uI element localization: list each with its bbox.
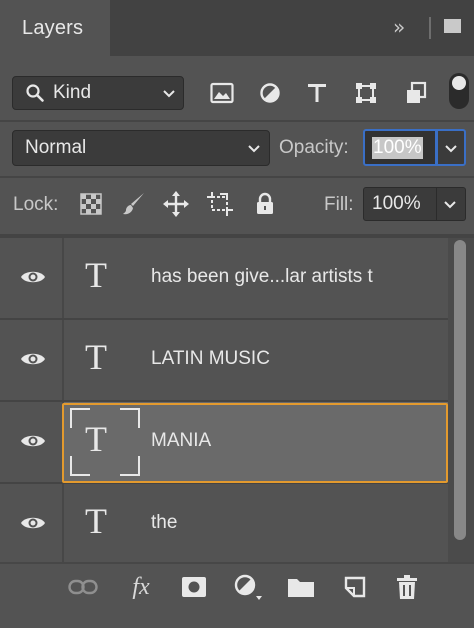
layer-row[interactable]: T the [0,484,448,566]
chevron-down-icon [163,90,175,98]
fill-value: 100% [372,193,421,214]
fx-label: fx [132,573,150,600]
fill-input[interactable]: 100% [363,187,437,221]
fx-icon[interactable]: fx [124,572,158,602]
blend-mode-dropdown[interactable]: Normal [12,130,270,166]
visibility-toggle[interactable] [0,402,64,482]
visibility-toggle[interactable] [0,238,64,318]
visibility-toggle[interactable] [0,320,64,400]
layer-name[interactable]: has been give...lar artists t [151,266,373,288]
shape-filter-icon[interactable] [351,78,381,108]
smart-object-filter-icon[interactable] [401,78,431,108]
new-layer-icon[interactable] [338,572,372,602]
chevron-down-icon [248,145,260,153]
opacity-input[interactable]: 100% [363,129,437,166]
panel-header: Layers » [0,0,474,56]
fill-label: Fill: [324,194,354,215]
layer-name[interactable]: the [151,512,177,534]
visibility-toggle[interactable] [0,484,64,564]
divider [0,176,474,178]
lock-image-pixels-icon[interactable] [120,190,148,218]
layers-scrollbar-thumb[interactable] [454,240,466,540]
filter-toggle-knob [452,76,466,90]
image-filter-icon[interactable] [207,78,237,108]
text-layer-icon: T [85,337,107,377]
layers-panel: Layers » Kind Normal Opacity: 100% Lock:… [0,0,474,628]
eye-icon [21,435,45,447]
filter-toggle[interactable] [449,73,469,109]
opacity-value: 100% [372,137,423,159]
text-layer-icon: T [85,255,107,295]
selected-layer-outline [62,403,448,483]
link-layers-icon[interactable] [66,572,100,602]
chevron-down-icon [445,145,457,153]
lock-all-icon[interactable] [251,190,279,218]
adjustment-filter-icon[interactable] [255,78,285,108]
type-filter-icon[interactable] [302,78,332,108]
tab-layers[interactable]: Layers [0,0,110,56]
panel-menu-icon[interactable] [444,19,461,33]
lock-artboard-icon[interactable] [206,190,234,218]
opacity-dropdown-button[interactable] [437,129,466,166]
layers-list: T has been give...lar artists t T LATIN … [0,238,448,566]
search-icon [26,84,44,102]
divider [0,120,474,122]
group-folder-icon[interactable] [284,572,318,602]
lock-position-icon[interactable] [162,190,190,218]
collapse-panel-icon[interactable]: » [393,15,405,39]
lock-transparent-pixels-icon[interactable] [77,190,105,218]
filter-kind-label: Kind [53,82,92,103]
layer-mask-icon[interactable] [177,572,211,602]
opacity-label: Opacity: [279,137,349,158]
chevron-down-icon [444,201,456,209]
header-divider [429,17,431,39]
trash-icon[interactable] [390,572,424,602]
text-layer-icon: T [85,501,107,541]
filter-kind-dropdown[interactable]: Kind [12,76,184,110]
fill-dropdown-button[interactable] [437,187,466,221]
adjustment-layer-icon[interactable] [230,572,264,602]
lock-label: Lock: [13,194,59,215]
layer-row[interactable]: T has been give...lar artists t [0,238,448,320]
layer-name[interactable]: LATIN MUSIC [151,348,270,370]
blend-mode-value: Normal [25,137,87,158]
eye-icon [21,271,45,283]
eye-icon [21,353,45,365]
layer-row[interactable]: T LATIN MUSIC [0,320,448,402]
eye-icon [21,517,45,529]
